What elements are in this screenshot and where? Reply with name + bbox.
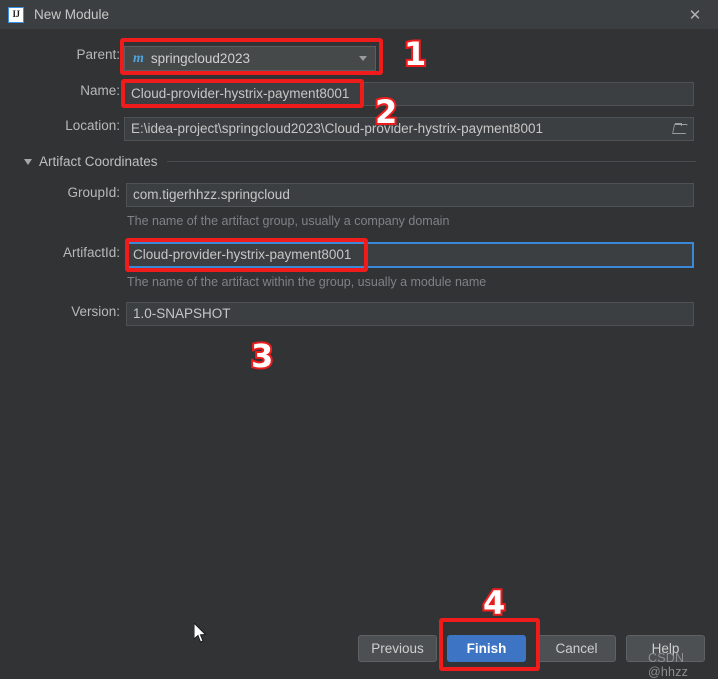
location-label: Location: [65, 118, 120, 133]
mouse-cursor [194, 623, 207, 643]
version-label: Version: [71, 304, 120, 319]
groupid-hint: The name of the artifact group, usually … [127, 214, 450, 228]
triangle-down-icon[interactable] [24, 158, 32, 165]
artifact-coordinates-section-header[interactable]: Artifact Coordinates [24, 154, 696, 169]
artifactid-row: ArtifactId: [30, 245, 120, 260]
artifactid-input[interactable]: Cloud-provider-hystrix-payment8001 [126, 242, 694, 268]
name-input[interactable]: Cloud-provider-hystrix-payment8001 [124, 82, 694, 106]
parent-label: Parent: [76, 47, 120, 62]
name-row: Name: [24, 83, 120, 98]
chevron-down-icon[interactable] [359, 56, 367, 61]
artifact-coordinates-label: Artifact Coordinates [39, 154, 158, 169]
parent-combobox[interactable]: m springcloud2023 [124, 46, 376, 71]
close-icon[interactable]: ✕ [672, 0, 718, 29]
version-input[interactable]: 1.0-SNAPSHOT [126, 302, 694, 326]
parent-value: springcloud2023 [150, 51, 250, 66]
title-bar: IJ New Module [0, 0, 718, 29]
annotation-marker-4: 4 [481, 584, 507, 622]
groupid-input[interactable]: com.tigerhhzz.springcloud [126, 183, 694, 207]
folder-icon[interactable] [667, 119, 691, 139]
help-button[interactable]: Help [626, 635, 705, 662]
groupid-row: GroupId: [44, 185, 120, 200]
cancel-button[interactable]: Cancel [537, 635, 616, 662]
intellij-logo-icon: IJ [8, 6, 24, 23]
name-label: Name: [80, 83, 120, 98]
location-row: Location: [24, 118, 120, 133]
previous-button[interactable]: Previous [358, 635, 437, 662]
version-row: Version: [44, 304, 120, 319]
window-title: New Module [34, 7, 110, 22]
groupid-label: GroupId: [67, 185, 120, 200]
finish-button[interactable]: Finish [447, 635, 526, 662]
location-input[interactable]: E:\idea-project\springcloud2023\Cloud-pr… [124, 117, 694, 141]
section-divider [166, 161, 696, 162]
annotation-marker-3: 3 [249, 337, 275, 375]
artifactid-label: ArtifactId: [62, 245, 120, 260]
maven-m-icon: m [133, 50, 144, 66]
annotation-marker-1: 1 [402, 35, 428, 73]
parent-row: Parent: [24, 47, 120, 62]
artifactid-hint: The name of the artifact within the grou… [127, 275, 487, 289]
